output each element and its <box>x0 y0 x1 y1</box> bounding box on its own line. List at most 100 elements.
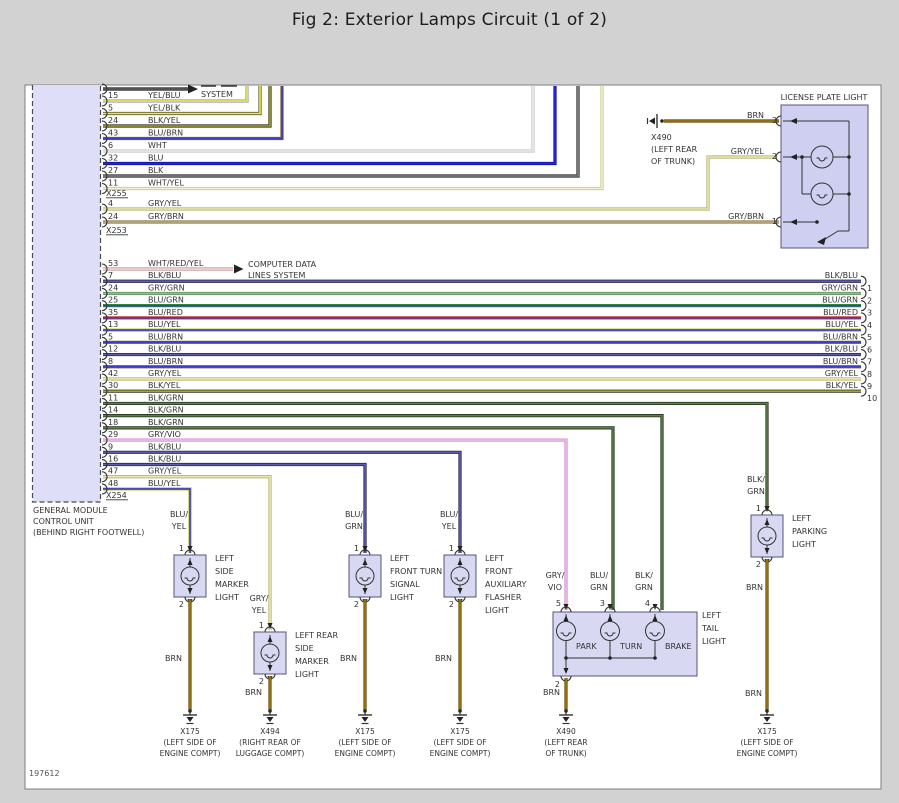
component-name: LEFT <box>792 514 811 523</box>
wire-color-label: BLK/GRN <box>148 418 184 427</box>
wire-color-label: BLU/YEL <box>148 320 181 329</box>
wire-color-label: GRY/BRN <box>148 212 184 221</box>
bulb-icon <box>811 183 833 205</box>
right-pin-number: 8 <box>867 370 872 379</box>
ground-label: ENGINE COMPT) <box>737 749 798 758</box>
component-name: LIGHT <box>485 606 509 615</box>
wire-color-label: BLU/BRN <box>823 332 858 341</box>
control-unit-name: GENERAL MODULE <box>33 506 108 515</box>
pin-number: 18 <box>108 418 118 427</box>
wire-color-label: GRY/YEL <box>731 147 765 156</box>
wire-color-label: BLU <box>148 154 164 163</box>
pin-number: 11 <box>108 179 118 188</box>
wire-color-label: GRN <box>590 583 608 592</box>
wire-color-label: BLK/YEL <box>148 116 181 125</box>
bulb-function-label: PARK <box>576 642 597 651</box>
ground-label: X175 <box>757 727 777 736</box>
exterior-lamps-circuit-diagram: GENERAL MODULECONTROL UNIT(BEHIND RIGHT … <box>0 0 899 803</box>
ground-label: X494 <box>260 727 280 736</box>
wire-color-label: BLK/GRN <box>148 393 184 402</box>
component-name: LIGHT <box>295 670 319 679</box>
connector-label-x255: X255 <box>106 189 127 198</box>
wire-color-label: BLK/BLU <box>148 442 181 451</box>
pin-number: 14 <box>108 406 118 415</box>
wire-color-label: BLU/YEL <box>148 479 181 488</box>
wire-color-label: BLU/GRN <box>822 296 858 305</box>
wire-color-label: BLU/RED <box>148 308 183 317</box>
component-name: SIDE <box>215 567 234 576</box>
wire-color-label: GRY/GRN <box>148 283 185 292</box>
junction-dot <box>847 155 851 159</box>
wire-color-label: GRY/BRN <box>728 212 764 221</box>
wire-color-label: BLK/ <box>747 475 765 484</box>
pin-number: 29 <box>108 430 118 439</box>
connector-label-x253: X253 <box>106 226 127 235</box>
component-name: LEFT <box>485 554 504 563</box>
component-name: MARKER <box>215 580 249 589</box>
wire-color-label: BLU/RED <box>823 308 858 317</box>
wire-color-label: BRN <box>745 689 762 698</box>
pin-number: 15 <box>108 91 118 100</box>
right-pin-number: 1 <box>867 284 872 293</box>
pin-number: 24 <box>108 116 118 125</box>
right-pin-number: 5 <box>867 333 872 342</box>
ground-label: OF TRUNK) <box>545 749 586 758</box>
wire-color-label: WHT <box>148 141 167 150</box>
pin-number: 9 <box>108 442 113 451</box>
pin-number: 3 <box>600 599 605 608</box>
pin-number: 8 <box>108 357 113 366</box>
wire-color-label: BLK/BLU <box>825 271 858 280</box>
wire-color-label: GRY/ <box>250 594 269 603</box>
pin-number: 5 <box>556 599 561 608</box>
wire-color-label: BRN <box>245 688 262 697</box>
junction-dot <box>660 119 664 123</box>
component-name: TAIL <box>701 624 719 633</box>
junction-dot <box>608 656 612 660</box>
component-name: MARKER <box>295 657 329 666</box>
wire-color-label: BLU/BRN <box>148 129 183 138</box>
pin-number: 25 <box>108 296 118 305</box>
pin-number: 42 <box>108 369 118 378</box>
wire-color-label: BLK/BLU <box>825 345 858 354</box>
pin-number: 2 <box>756 560 761 569</box>
pin-number: 11 <box>108 393 118 402</box>
component-name: SIGNAL <box>390 580 420 589</box>
wire-color-label: BLU/BRN <box>823 357 858 366</box>
wire-color-label: GRY/YEL <box>825 369 859 378</box>
pin-number: 7 <box>108 271 113 280</box>
pin-number: 47 <box>108 467 118 476</box>
junction-dot <box>800 155 804 159</box>
clipped-text-fragment <box>201 85 216 87</box>
wire-color-label: YEL <box>171 522 187 531</box>
wire-color-label: WHT/YEL <box>148 179 184 188</box>
ground-label: ENGINE COMPT) <box>430 749 491 758</box>
component-name: LEFT <box>702 611 721 620</box>
component-name: LIGHT <box>390 593 414 602</box>
ground-label: ENGINE COMPT) <box>335 749 396 758</box>
pin-number: 1 <box>449 544 454 553</box>
junction-dot <box>653 656 657 660</box>
bulb-function-label: TURN <box>619 642 642 651</box>
component-name: LIGHT <box>792 540 816 549</box>
pin-number: 1 <box>179 544 184 553</box>
component-name: PARKING <box>792 527 827 536</box>
wire-color-label: BLK/GRN <box>148 406 184 415</box>
wire-color-label: BLU/GRN <box>148 296 184 305</box>
component-name: SIDE <box>295 644 314 653</box>
component-name: FRONT <box>485 567 512 576</box>
wire-color-label: WHT/RED/YEL <box>148 259 204 268</box>
wire-color-label: YEL/BLU <box>147 91 181 100</box>
ground-label: ENGINE COMPT) <box>160 749 221 758</box>
wire-color-label: BLK/BLU <box>148 455 181 464</box>
wire-color-label: BLK/BLU <box>148 271 181 280</box>
pin-number: 4 <box>645 599 650 608</box>
wire-color-label: BRN <box>435 654 452 663</box>
right-pin-number: 9 <box>867 382 872 391</box>
pin-number: 3 <box>772 116 777 125</box>
wire-color-label: GRY/GRN <box>821 283 858 292</box>
wire-color-label: GRN <box>345 522 363 531</box>
wire-color-label: BLU/ <box>170 510 188 519</box>
component-name: FRONT TURN <box>390 567 442 576</box>
wire-color-label: YEL/BLK <box>147 104 181 113</box>
right-pin-number: 4 <box>867 321 872 330</box>
